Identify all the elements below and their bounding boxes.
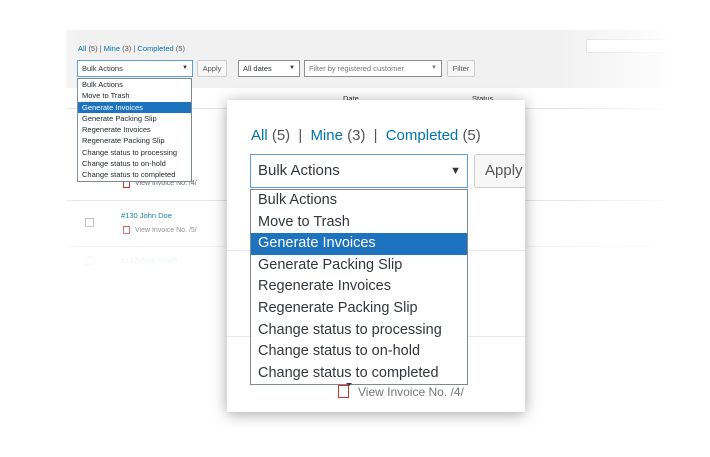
dates-value: All dates bbox=[243, 64, 272, 73]
view-completed-count: (5) bbox=[175, 44, 185, 53]
status-views-small: All (5) | Mine (3) | Completed (5) bbox=[78, 44, 185, 53]
order-link[interactable]: #127 Jane Smith bbox=[121, 256, 177, 265]
dates-select[interactable]: All dates ▼ bbox=[238, 60, 300, 77]
chevron-down-icon: ▼ bbox=[289, 65, 295, 71]
search-input[interactable] bbox=[586, 39, 666, 53]
view-mine-link[interactable]: Mine bbox=[310, 127, 343, 144]
bulk-option[interactable]: Change status to completed bbox=[78, 169, 191, 180]
invoice-link[interactable]: View Invoice No. /5/ bbox=[135, 227, 197, 234]
bulk-option[interactable]: Regenerate Packing Slip bbox=[78, 135, 191, 146]
bulk-option[interactable]: Change status to on-hold bbox=[78, 158, 191, 169]
customer-filter-placeholder: Filter by registered customer bbox=[309, 64, 405, 73]
bulk-option[interactable]: Move to Trash bbox=[78, 90, 191, 101]
bulk-actions-dropdown: Bulk Actions Move to Trash Generate Invo… bbox=[250, 189, 468, 386]
separator: | bbox=[99, 44, 102, 53]
bulk-option[interactable]: Generate Packing Slip bbox=[78, 113, 191, 124]
bulk-option[interactable]: Bulk Actions bbox=[251, 190, 467, 212]
view-completed-count: (5) bbox=[462, 127, 481, 144]
pdf-icon bbox=[123, 226, 130, 234]
bulk-option[interactable]: Move to Trash bbox=[251, 212, 467, 234]
bulk-actions-select[interactable]: Bulk Actions ▼ bbox=[250, 154, 468, 188]
pdf-icon bbox=[338, 383, 352, 398]
bulk-option[interactable]: Regenerate Invoices bbox=[251, 276, 467, 298]
bulk-option[interactable]: Change status to on-hold bbox=[251, 341, 467, 363]
row-checkbox[interactable] bbox=[85, 218, 94, 227]
bulk-option[interactable]: Regenerate Invoices bbox=[78, 124, 191, 135]
view-all-count: (5) bbox=[271, 127, 291, 144]
view-all-link[interactable]: All bbox=[251, 127, 268, 144]
bulk-option[interactable]: Change status to processing bbox=[78, 147, 191, 158]
filter-button[interactable]: Filter bbox=[447, 60, 475, 77]
chevron-down-icon: ▼ bbox=[182, 65, 188, 71]
bulk-actions-dropdown-small: Bulk Actions Move to Trash Generate Invo… bbox=[77, 78, 192, 182]
view-mine-count: (3) bbox=[347, 127, 366, 144]
bulk-option-selected[interactable]: Generate Invoices bbox=[78, 101, 191, 113]
bulk-actions-select-small[interactable]: Bulk Actions ▼ bbox=[77, 60, 193, 77]
bulk-option[interactable]: Regenerate Packing Slip bbox=[251, 298, 467, 320]
apply-button-small[interactable]: Apply bbox=[197, 60, 227, 77]
row-checkbox[interactable] bbox=[85, 256, 94, 265]
customer-filter-select[interactable]: Filter by registered customer ▼ bbox=[304, 60, 442, 77]
view-mine-count: (3) bbox=[122, 44, 132, 53]
apply-button[interactable]: Apply bbox=[474, 154, 525, 188]
separator: | bbox=[298, 127, 303, 144]
invoice-link[interactable]: View Invoice No. /4/ bbox=[358, 385, 464, 399]
view-completed-link[interactable]: Completed bbox=[137, 44, 173, 53]
status-views: All (5) | Mine (3) | Completed (5) bbox=[251, 127, 481, 144]
chevron-down-icon: ▼ bbox=[450, 165, 461, 177]
separator: | bbox=[133, 44, 136, 53]
bulk-option[interactable]: Change status to processing bbox=[251, 320, 467, 342]
separator: | bbox=[373, 127, 378, 144]
order-link[interactable]: #130 John Doe bbox=[121, 211, 172, 220]
chevron-down-icon: ▼ bbox=[431, 65, 437, 71]
view-all-link[interactable]: All bbox=[78, 44, 86, 53]
zoomed-bulk-actions-panel: All (5) | Mine (3) | Completed (5) Bulk … bbox=[227, 100, 525, 412]
view-completed-link[interactable]: Completed bbox=[386, 127, 459, 144]
view-mine-link[interactable]: Mine bbox=[104, 44, 120, 53]
bulk-option-selected[interactable]: Generate Invoices bbox=[251, 233, 467, 255]
bulk-option[interactable]: Change status to completed bbox=[251, 363, 467, 385]
view-all-count: (5) bbox=[88, 44, 98, 53]
bulk-option[interactable]: Generate Packing Slip bbox=[251, 255, 467, 277]
bulk-option[interactable]: Bulk Actions bbox=[78, 79, 191, 90]
bulk-actions-value: Bulk Actions bbox=[258, 162, 340, 179]
bulk-actions-value: Bulk Actions bbox=[82, 64, 123, 73]
